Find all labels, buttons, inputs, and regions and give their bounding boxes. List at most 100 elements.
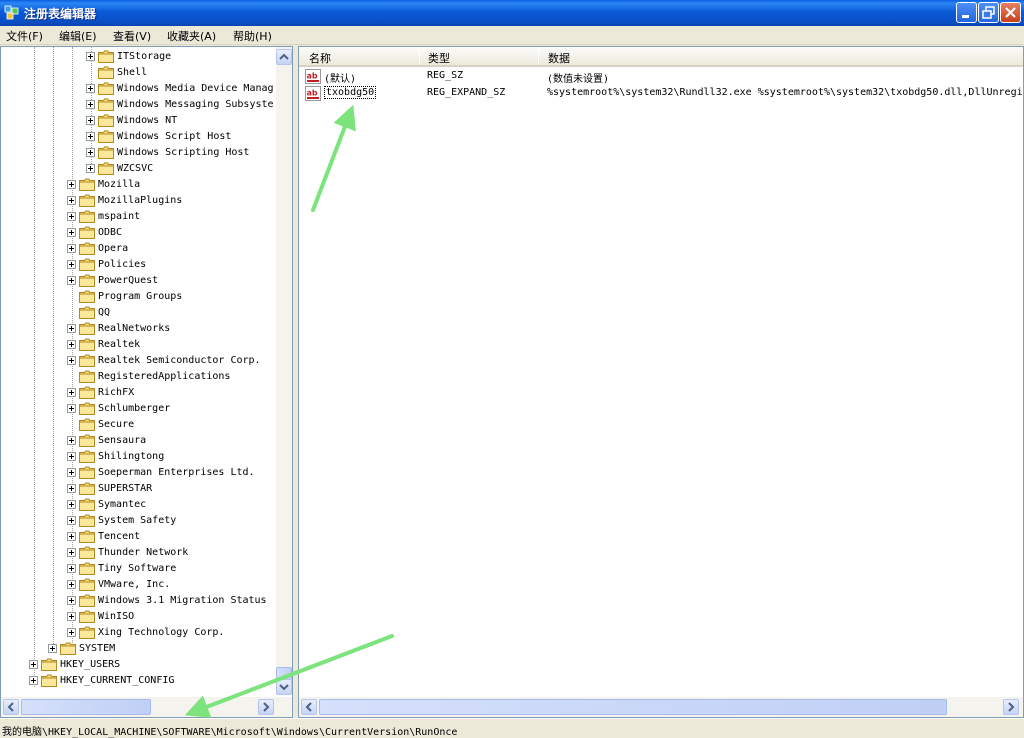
menu-help[interactable]: 帮助(H) xyxy=(233,28,272,44)
tree-node[interactable]: WZCSVC xyxy=(1,161,276,177)
tree-node[interactable]: System Safety xyxy=(1,513,276,529)
expand-plus-icon[interactable] xyxy=(86,132,95,141)
tree-node[interactable]: HKEY_CURRENT_CONFIG xyxy=(1,673,276,689)
expand-plus-icon[interactable] xyxy=(67,388,76,397)
tree-node[interactable]: Windows Media Device Manag xyxy=(1,81,276,97)
expand-plus-icon[interactable] xyxy=(86,100,95,109)
expand-plus-icon[interactable] xyxy=(67,196,76,205)
expand-plus-icon[interactable] xyxy=(67,404,76,413)
tree-node[interactable]: Windows Messaging Subsyste xyxy=(1,97,276,113)
expand-plus-icon[interactable] xyxy=(67,260,76,269)
menu-favorites[interactable]: 收藏夹(A) xyxy=(167,28,216,44)
expand-plus-icon[interactable] xyxy=(29,660,38,669)
tree-node[interactable]: Tencent xyxy=(1,529,276,545)
expand-plus-icon[interactable] xyxy=(86,116,95,125)
tree-vertical-scrollbar[interactable] xyxy=(276,47,292,685)
tree-node[interactable]: Shell xyxy=(1,65,276,81)
tree-node[interactable]: Windows Script Host xyxy=(1,129,276,145)
tree-hscroll-thumb[interactable] xyxy=(21,699,151,715)
list-hscroll-thumb[interactable] xyxy=(319,699,947,715)
tree-node[interactable]: Realtek Semiconductor Corp. xyxy=(1,353,276,369)
list-scroll-right-button[interactable] xyxy=(1003,699,1019,715)
expand-plus-icon[interactable] xyxy=(67,452,76,461)
list-scroll-left-button[interactable] xyxy=(301,699,317,715)
expand-plus-icon[interactable] xyxy=(67,564,76,573)
tree-node[interactable]: SYSTEM xyxy=(1,641,276,657)
column-header-type[interactable]: 类型 xyxy=(428,50,450,66)
expand-plus-icon[interactable] xyxy=(48,644,57,653)
tree-node[interactable]: Mozilla xyxy=(1,177,276,193)
expand-plus-icon[interactable] xyxy=(67,244,76,253)
expand-plus-icon[interactable] xyxy=(67,340,76,349)
menu-file[interactable]: 文件(F) xyxy=(6,28,43,44)
tree-node[interactable]: HKEY_USERS xyxy=(1,657,276,673)
tree-scroll-up-button[interactable] xyxy=(276,49,292,65)
list-horizontal-scrollbar[interactable] xyxy=(299,697,1023,717)
expand-plus-icon[interactable] xyxy=(67,180,76,189)
restore-button[interactable] xyxy=(978,2,999,23)
list-item-selected[interactable]: ab txobdg50 REG_EXPAND_SZ %systemroot%\s… xyxy=(299,85,1023,102)
tree-node[interactable]: ODBC xyxy=(1,225,276,241)
tree-scroll-left-button[interactable] xyxy=(3,699,19,715)
tree-node[interactable]: RealNetworks xyxy=(1,321,276,337)
expand-plus-icon[interactable] xyxy=(67,548,76,557)
tree-node[interactable]: Symantec xyxy=(1,497,276,513)
tree-node[interactable]: PowerQuest xyxy=(1,273,276,289)
tree-node[interactable]: Tiny Software xyxy=(1,561,276,577)
expand-plus-icon[interactable] xyxy=(67,516,76,525)
column-separator[interactable] xyxy=(419,50,420,64)
tree-node[interactable]: Sensaura xyxy=(1,433,276,449)
tree-node[interactable]: Program Groups xyxy=(1,289,276,305)
expand-plus-icon[interactable] xyxy=(67,228,76,237)
expand-plus-icon[interactable] xyxy=(67,612,76,621)
tree-node[interactable]: Policies xyxy=(1,257,276,273)
tree-scroll-right-button[interactable] xyxy=(258,699,274,715)
registry-tree[interactable]: ITStorage Shell Windows Media Device Manag… xyxy=(0,46,293,718)
column-separator[interactable] xyxy=(538,50,539,64)
close-button[interactable] xyxy=(1000,2,1021,23)
tree-node[interactable]: Windows Scripting Host xyxy=(1,145,276,161)
expand-plus-icon[interactable] xyxy=(67,580,76,589)
tree-node[interactable]: Soeperman Enterprises Ltd. xyxy=(1,465,276,481)
expand-plus-icon[interactable] xyxy=(67,596,76,605)
tree-node[interactable]: QQ xyxy=(1,305,276,321)
tree-node[interactable]: mspaint xyxy=(1,209,276,225)
tree-node[interactable]: ITStorage xyxy=(1,49,276,65)
tree-node[interactable]: RichFX xyxy=(1,385,276,401)
tree-node[interactable]: Windows NT xyxy=(1,113,276,129)
values-list[interactable]: 名称 类型 数据 ab (默认) REG_SZ (数值未设置) ab txobd… xyxy=(298,46,1024,718)
list-item[interactable]: ab (默认) REG_SZ (数值未设置) xyxy=(299,68,1023,85)
expand-plus-icon[interactable] xyxy=(67,212,76,221)
tree-node[interactable]: Opera xyxy=(1,241,276,257)
expand-plus-icon[interactable] xyxy=(67,324,76,333)
expand-plus-icon[interactable] xyxy=(86,84,95,93)
expand-plus-icon[interactable] xyxy=(67,436,76,445)
expand-plus-icon[interactable] xyxy=(67,468,76,477)
expand-plus-icon[interactable] xyxy=(67,484,76,493)
menu-edit[interactable]: 编辑(E) xyxy=(59,28,97,44)
menu-view[interactable]: 查看(V) xyxy=(113,28,151,44)
tree-node[interactable]: WinISO xyxy=(1,609,276,625)
expand-plus-icon[interactable] xyxy=(86,52,95,61)
tree-node[interactable]: Thunder Network xyxy=(1,545,276,561)
tree-node[interactable]: Windows 3.1 Migration Status xyxy=(1,593,276,609)
tree-node[interactable]: RegisteredApplications xyxy=(1,369,276,385)
expand-plus-icon[interactable] xyxy=(67,532,76,541)
minimize-button[interactable] xyxy=(956,2,977,23)
expand-plus-icon[interactable] xyxy=(86,164,95,173)
column-header-data[interactable]: 数据 xyxy=(548,50,570,66)
tree-horizontal-scrollbar[interactable] xyxy=(1,697,292,717)
tree-node[interactable]: SUPERSTAR xyxy=(1,481,276,497)
tree-node[interactable]: Secure xyxy=(1,417,276,433)
expand-plus-icon[interactable] xyxy=(67,276,76,285)
tree-node[interactable]: Schlumberger xyxy=(1,401,276,417)
expand-plus-icon[interactable] xyxy=(86,148,95,157)
tree-node[interactable]: Realtek xyxy=(1,337,276,353)
tree-scroll-down-button[interactable] xyxy=(276,679,292,695)
tree-node[interactable]: MozillaPlugins xyxy=(1,193,276,209)
expand-plus-icon[interactable] xyxy=(29,676,38,685)
expand-plus-icon[interactable] xyxy=(67,500,76,509)
expand-plus-icon[interactable] xyxy=(67,628,76,637)
expand-plus-icon[interactable] xyxy=(67,356,76,365)
tree-node[interactable]: Shilingtong xyxy=(1,449,276,465)
